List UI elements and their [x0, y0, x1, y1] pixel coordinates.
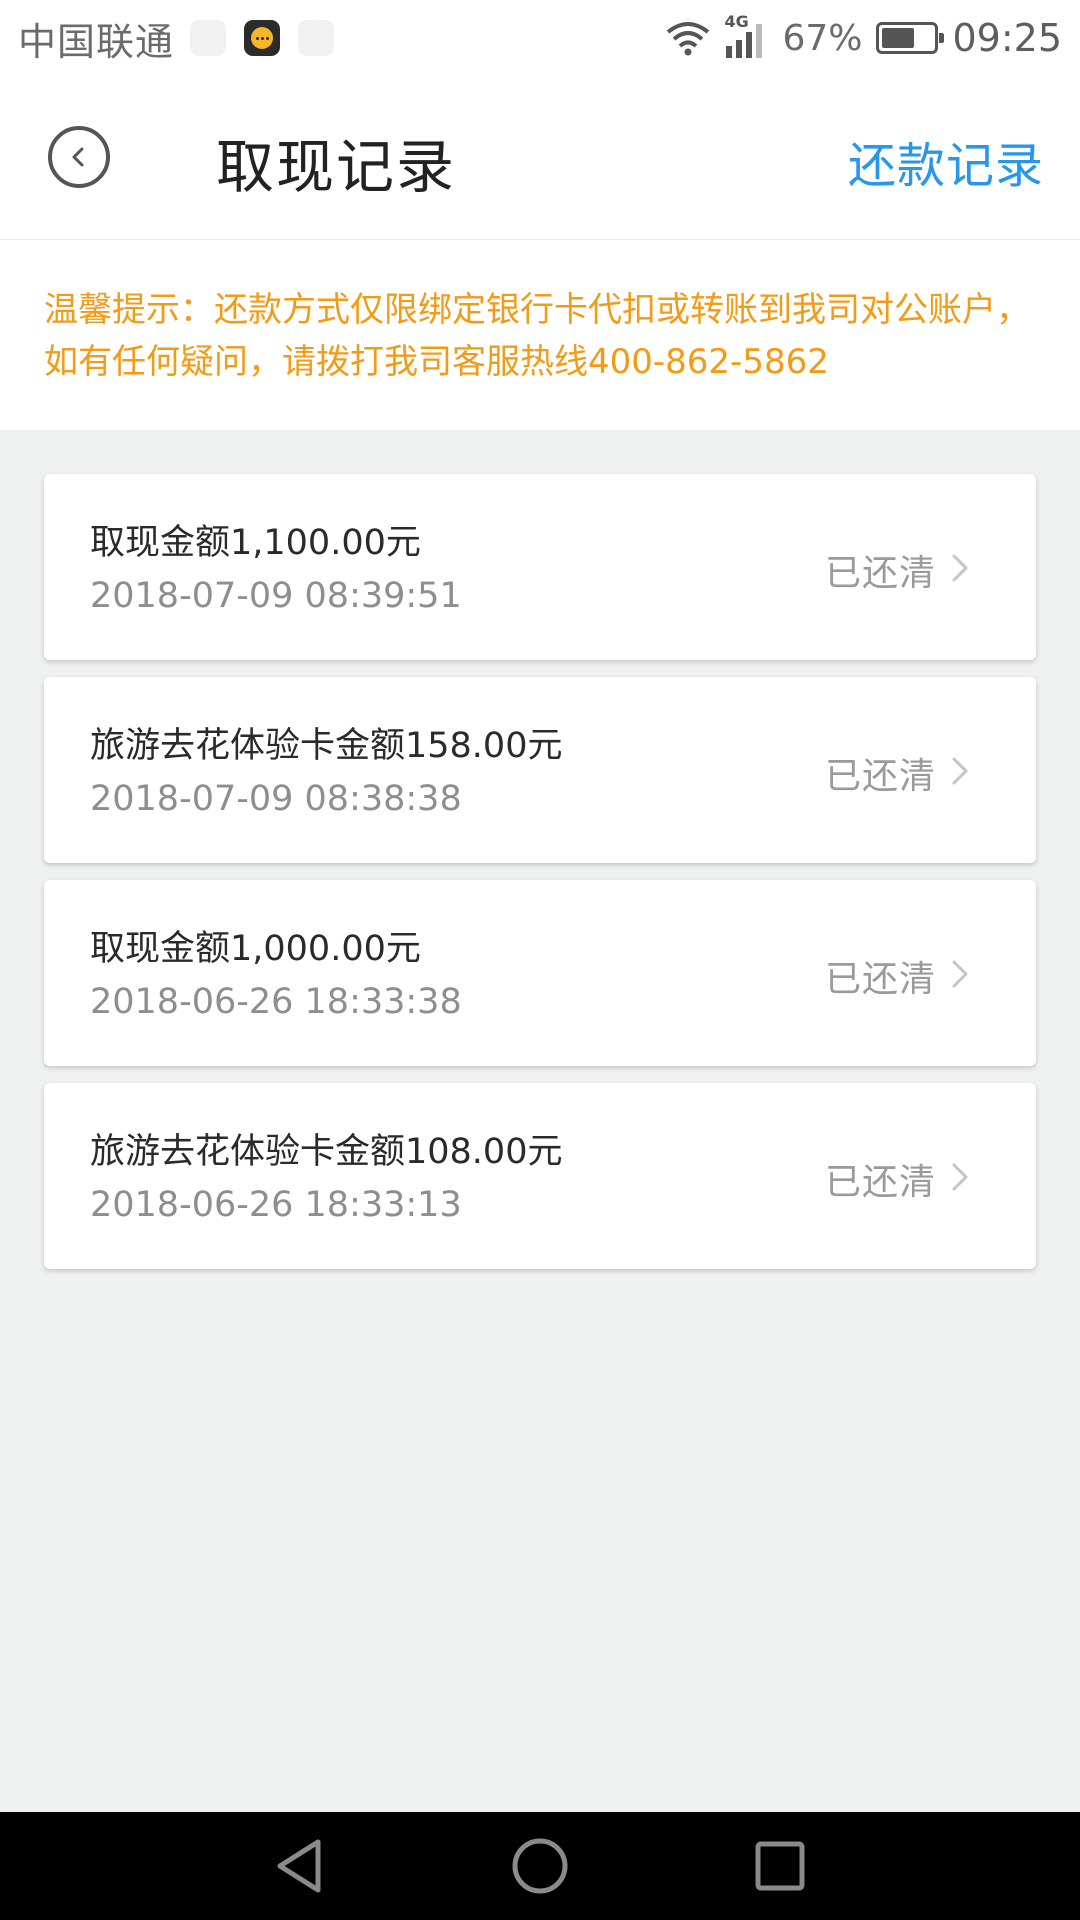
- record-time: 2018-07-09 08:39:51: [90, 576, 462, 616]
- record-item[interactable]: 旅游去花体验卡金额108.00元 2018-06-26 18:33:13 已还清: [44, 1083, 1036, 1269]
- chevron-right-icon: [952, 960, 968, 988]
- record-title: 取现金额1,000.00元: [90, 929, 421, 969]
- record-time: 2018-07-09 08:38:38: [90, 779, 462, 819]
- chevron-right-icon: [952, 757, 968, 785]
- record-status: 已还清: [824, 756, 936, 797]
- nav-recents-icon[interactable]: [750, 1836, 810, 1896]
- page-title: 取现记录: [216, 133, 457, 201]
- carrier-name: 中国联通: [18, 19, 175, 64]
- record-status: 已还清: [824, 1162, 936, 1203]
- wifi-icon: [667, 22, 710, 56]
- notification-app-icon: [190, 20, 227, 56]
- notice-text: 温馨提示：还款方式仅限绑定银行卡代扣或转账到我司对公账户， 如有任何疑问，请拨打…: [44, 290, 1030, 382]
- record-time: 2018-06-26 18:33:13: [90, 1185, 462, 1225]
- cellular-signal-icon: 4G: [724, 12, 768, 60]
- nav-home-icon[interactable]: [510, 1836, 570, 1896]
- header: 取现记录 还款记录: [0, 76, 1080, 240]
- record-title: 旅游去花体验卡金额158.00元: [90, 726, 563, 766]
- notice-banner: 温馨提示：还款方式仅限绑定银行卡代扣或转账到我司对公账户， 如有任何疑问，请拨打…: [0, 240, 1080, 430]
- back-button[interactable]: [48, 126, 110, 188]
- clock: 09:25: [952, 16, 1062, 60]
- status-bar: 中国联通 4G 67% 09:25: [0, 0, 1080, 76]
- notification-app-icon: [298, 20, 335, 56]
- record-title: 取现金额1,100.00元: [90, 523, 421, 563]
- record-time: 2018-06-26 18:33:38: [90, 982, 462, 1022]
- record-item[interactable]: 旅游去花体验卡金额158.00元 2018-07-09 08:38:38 已还清: [44, 677, 1036, 863]
- battery-icon: [876, 22, 945, 54]
- record-status: 已还清: [824, 959, 936, 1000]
- system-nav-bar: [0, 1812, 1080, 1920]
- chevron-right-icon: [952, 1163, 968, 1191]
- battery-percent: 67%: [782, 17, 863, 59]
- notification-icons: [190, 20, 335, 56]
- record-item[interactable]: 取现金额1,000.00元 2018-06-26 18:33:38 已还清: [44, 880, 1036, 1066]
- record-item[interactable]: 取现金额1,100.00元 2018-07-09 08:39:51 已还清: [44, 474, 1036, 660]
- record-title: 旅游去花体验卡金额108.00元: [90, 1132, 563, 1172]
- repayment-records-link[interactable]: 还款记录: [848, 126, 1044, 196]
- back-chevron-icon: [72, 147, 84, 167]
- records-list: 取现金额1,100.00元 2018-07-09 08:39:51 已还清 旅游…: [44, 474, 1036, 1286]
- nav-back-icon[interactable]: [270, 1836, 330, 1896]
- message-app-icon: [244, 20, 281, 56]
- chevron-right-icon: [952, 554, 968, 582]
- record-status: 已还清: [824, 553, 936, 594]
